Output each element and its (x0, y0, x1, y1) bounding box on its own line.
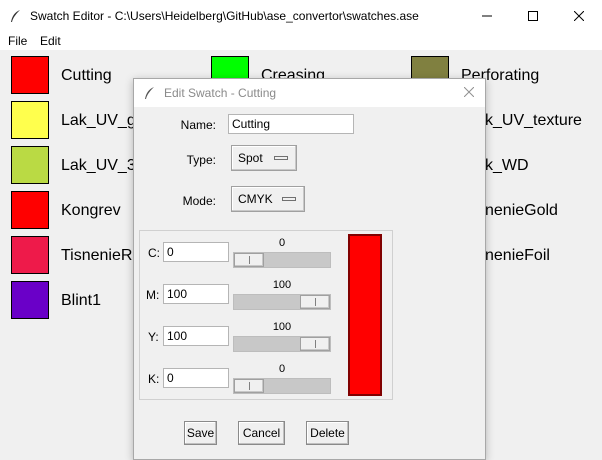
save-button[interactable]: Save (184, 421, 217, 445)
feather-icon (145, 87, 154, 99)
swatch-label-kongrev[interactable]: Kongrev (61, 202, 121, 220)
maximize-button[interactable] (510, 0, 556, 32)
m-label: M: (146, 288, 160, 302)
c-slider-value: 0 (278, 237, 286, 249)
name-label: Name: (180, 118, 216, 132)
swatch-label-lak-wd[interactable]: k_WD (485, 157, 529, 175)
y-label: Y: (148, 330, 159, 344)
y-slider-handle[interactable] (300, 337, 330, 351)
k-label: K: (148, 372, 160, 386)
main-title-bar[interactable]: Swatch Editor - C:\Users\Heidelberg\GitH… (0, 0, 602, 32)
delete-button[interactable]: Delete (306, 421, 349, 445)
c-slider[interactable] (233, 252, 331, 268)
type-label: Type: (186, 153, 216, 167)
swatch-color-tisnenie-red[interactable] (11, 236, 49, 274)
dropdown-indicator-icon (282, 197, 296, 201)
menu-edit[interactable]: Edit (40, 34, 61, 48)
dialog-close-icon[interactable] (464, 87, 474, 97)
c-slider-handle[interactable] (234, 253, 264, 267)
m-slider-handle[interactable] (300, 295, 330, 309)
k-slider-value: 0 (278, 363, 286, 375)
edit-swatch-dialog: Edit Swatch - Cutting Name: Type: Spot M… (133, 78, 486, 460)
swatch-color-lak-uv-3d[interactable] (11, 146, 49, 184)
close-icon (574, 11, 584, 21)
swatch-label-tisnenie-red[interactable]: TisnenieRe (61, 247, 141, 265)
swatch-color-blint1[interactable] (11, 281, 49, 319)
swatch-label-cutting[interactable]: Cutting (61, 67, 112, 85)
k-field[interactable] (163, 368, 229, 388)
cmyk-slider-panel: C: 0 M: 100 Y: 100 K: 0 (139, 230, 393, 400)
mode-select-value: CMYK (238, 192, 273, 206)
type-select[interactable]: Spot (231, 145, 297, 171)
swatch-label-tisnenie-gold[interactable]: nenieGold (485, 202, 558, 220)
m-field[interactable] (163, 284, 229, 304)
menu-file[interactable]: File (8, 34, 27, 48)
y-slider[interactable] (233, 336, 331, 352)
c-field[interactable] (163, 242, 229, 262)
swatch-label-blint1[interactable]: Blint1 (61, 292, 101, 310)
y-slider-value: 100 (272, 321, 292, 333)
m-slider[interactable] (233, 294, 331, 310)
mode-select[interactable]: CMYK (231, 186, 305, 212)
swatch-color-lak-uv-glossy[interactable] (11, 101, 49, 139)
close-button[interactable] (556, 0, 602, 32)
name-field[interactable] (228, 114, 354, 134)
swatch-color-kongrev[interactable] (11, 191, 49, 229)
k-slider-handle[interactable] (234, 379, 264, 393)
c-label: C: (148, 246, 160, 260)
m-slider-value: 100 (272, 279, 292, 291)
y-field[interactable] (163, 326, 229, 346)
swatch-label-lak-uv-texture[interactable]: k_UV_texture (485, 112, 582, 130)
dropdown-indicator-icon (274, 156, 288, 160)
minimize-icon (482, 15, 492, 17)
dialog-title-bar[interactable]: Edit Swatch - Cutting (134, 79, 485, 107)
dialog-title: Edit Swatch - Cutting (164, 86, 277, 100)
swatch-label-lak-uv-3d[interactable]: Lak_UV_3 (61, 157, 136, 175)
maximize-icon (528, 11, 538, 21)
menu-bar: File Edit (0, 32, 602, 50)
minimize-button[interactable] (464, 0, 510, 32)
cancel-button[interactable]: Cancel (238, 421, 285, 445)
feather-icon (11, 10, 20, 22)
type-select-value: Spot (238, 151, 263, 165)
swatch-color-cutting[interactable] (11, 56, 49, 94)
swatch-label-tisnenie-foil[interactable]: nenieFoil (485, 247, 550, 265)
swatch-label-lak-uv-glossy[interactable]: Lak_UV_g (61, 112, 136, 130)
window-title: Swatch Editor - C:\Users\Heidelberg\GitH… (30, 9, 419, 23)
k-slider[interactable] (233, 378, 331, 394)
mode-label: Mode: (182, 194, 216, 208)
color-preview (348, 234, 382, 396)
